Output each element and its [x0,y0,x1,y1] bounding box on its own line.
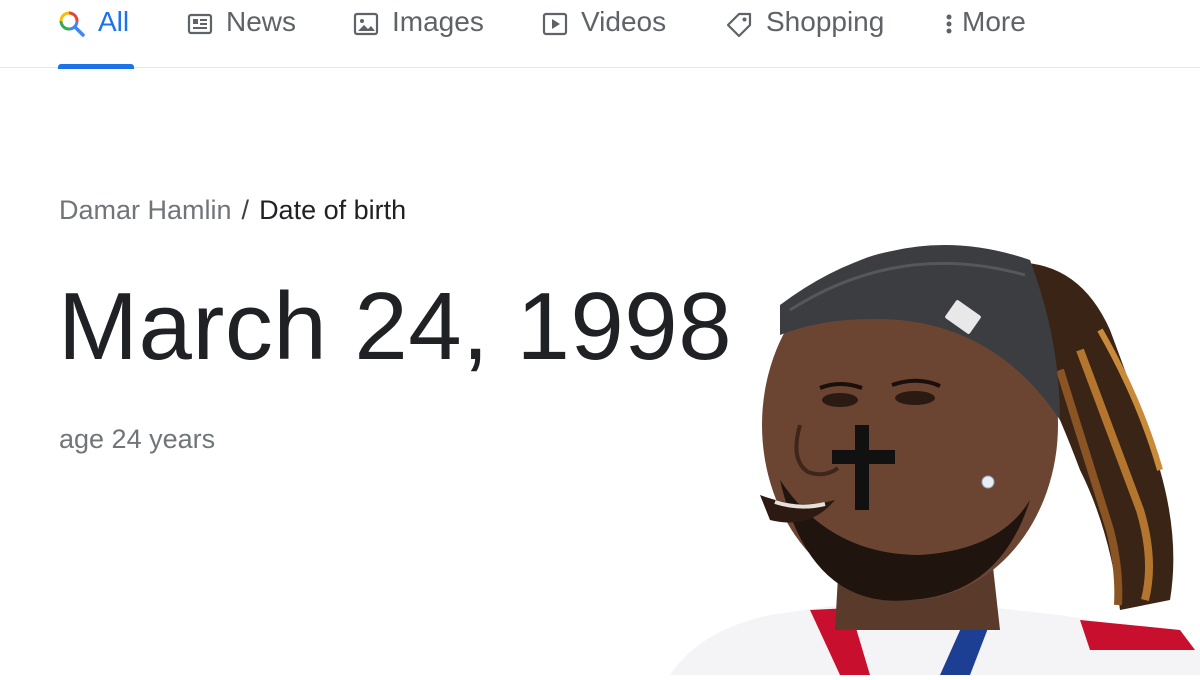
active-tab-indicator [58,64,134,69]
answer-subtext: age 24 years [59,424,216,454]
answer-value: March 24, 1998 [58,273,733,380]
tab-images-label: Images [392,6,484,37]
tab-shopping-label: Shopping [766,6,885,37]
tab-more-label: More [962,6,1026,37]
breadcrumb-attribute: Date of birth [259,195,407,225]
more-vertical-icon [944,10,954,45]
breadcrumb-entity-link[interactable]: Damar Hamlin [59,195,232,225]
tab-shopping[interactable]: Shopping [724,0,884,68]
tab-news[interactable]: News [186,0,296,68]
tab-news-label: News [226,6,297,37]
player-photo [640,210,1200,675]
tab-images[interactable]: Images [352,0,484,68]
breadcrumb-separator: / [241,195,250,225]
tab-all-label: All [98,6,130,37]
answer-breadcrumb: Damar Hamlin / Date of birth [59,195,406,226]
tab-all[interactable]: All [58,0,134,69]
video-play-icon [541,10,569,45]
news-icon [186,10,214,45]
tab-videos-label: Videos [581,6,667,37]
price-tag-icon [724,10,754,45]
tab-videos[interactable]: Videos [541,0,666,68]
tab-more[interactable]: More [944,0,1026,68]
google-search-icon [58,10,86,45]
image-icon [352,10,380,45]
search-tabs-bar: All News Images Videos Shopping More [0,0,1200,69]
